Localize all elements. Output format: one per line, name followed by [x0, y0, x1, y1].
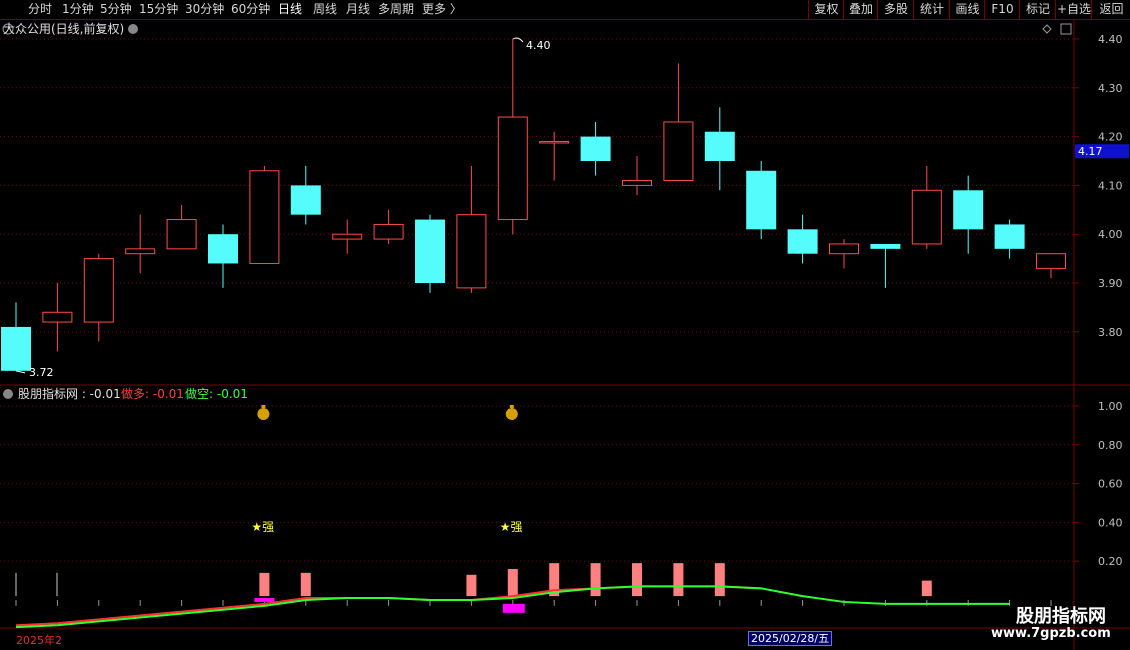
price-axis-label: 3.80 [1098, 326, 1123, 339]
candle-body [249, 170, 280, 264]
candle-body [497, 116, 528, 221]
strong-signal-label: ★强 [500, 520, 523, 534]
indicator-bar [921, 580, 932, 597]
date-cursor-label: 2025/02/28/五 [748, 631, 833, 646]
toolbar-item-4[interactable]: 30分钟 [185, 2, 224, 16]
candle-body [704, 131, 735, 161]
toolbar-item-8[interactable]: 月线 [346, 2, 370, 16]
candle-body [373, 223, 404, 240]
toolbar-right-item-8[interactable]: 返回 [1091, 0, 1130, 19]
title-dropdown-icon [128, 24, 138, 34]
diamond-icon [1042, 24, 1052, 34]
indicator-bar [300, 572, 311, 597]
candle-body [125, 248, 156, 255]
indicator-title: 股朋指标网 : -0.01 [18, 386, 121, 401]
high-marker [512, 37, 524, 43]
candle-body [1, 326, 31, 371]
candle-body [746, 170, 777, 230]
price-axis-label: 4.20 [1098, 131, 1123, 144]
candle-body [787, 229, 818, 254]
money-bag-top [509, 405, 514, 408]
year-label: 2025年2 [16, 634, 62, 647]
toolbar-right-item-5[interactable]: F10 [984, 0, 1020, 19]
indicator-bar [632, 563, 642, 597]
toolbar-item-3[interactable]: 15分钟 [139, 2, 178, 16]
watermark-url: www.7gpzb.com [991, 626, 1111, 641]
main-chart-title: 大众公用(日线,前复权) [3, 21, 124, 36]
candle-body [332, 233, 363, 240]
low-marker [15, 370, 26, 374]
current-price-label: 4.17 [1078, 145, 1103, 158]
price-axis-label: 4.40 [1098, 33, 1123, 46]
price-axis-label: 4.00 [1098, 228, 1123, 241]
candle-body [580, 136, 611, 161]
low-price-label: 3.72 [29, 366, 54, 379]
toolbar-item-1[interactable]: 1分钟 [62, 2, 94, 16]
candle-body [1036, 253, 1066, 269]
panel-icon [1060, 23, 1072, 35]
indicator-bar [673, 563, 684, 597]
candle-body [83, 258, 114, 323]
watermark-title: 股朋指标网 [1016, 606, 1106, 627]
indicator-axis-label: 0.60 [1098, 478, 1123, 491]
candle-body [870, 243, 901, 249]
price-axis-label: 4.10 [1098, 179, 1123, 192]
candle-body [42, 311, 73, 323]
price-axis-label: 4.30 [1098, 82, 1123, 95]
candle-body [911, 189, 942, 245]
indicator-long-label: 做多: -0.01 [121, 386, 184, 401]
toolbar-item-2[interactable]: 5分钟 [100, 2, 132, 16]
high-price-label: 4.40 [526, 39, 551, 52]
indicator-axis-label: 0.40 [1098, 516, 1123, 529]
strong-signal-label: ★强 [251, 520, 274, 534]
candle-body [829, 243, 859, 255]
money-bag-icon [257, 408, 270, 420]
candle-body [166, 219, 197, 250]
money-bag-icon [505, 408, 518, 420]
indicator-collapse-icon [3, 389, 13, 399]
candle-body [622, 180, 652, 186]
toolbar-item-9[interactable]: 多周期 [378, 2, 414, 16]
toolbar-right-item-0[interactable]: 复权 [808, 0, 844, 19]
toolbar: 分时 1分钟 5分钟 15分钟 30分钟 60分钟 日线 周线 月线 多周期 更多 〉 复权 叠加 多股统… [0, 0, 1130, 20]
toolbar-right-item-6[interactable]: 标记 [1019, 0, 1056, 19]
indicator-bar [714, 563, 725, 597]
toolbar-item-5[interactable]: 60分钟 [231, 2, 270, 16]
indicator-axis-label: 1.00 [1098, 400, 1123, 413]
candle-body [415, 219, 445, 283]
indicator-bar [259, 572, 270, 597]
money-bag-top [261, 405, 266, 408]
toolbar-item-7[interactable]: 周线 [313, 2, 337, 16]
toolbar-item-0[interactable]: 分时 [28, 2, 52, 16]
magenta-mark [254, 598, 275, 602]
candle-body [994, 224, 1025, 249]
indicator-axis-label: 0.80 [1098, 439, 1123, 452]
magenta-mark [502, 603, 525, 613]
toolbar-item-10[interactable]: 更多 〉 [422, 2, 462, 16]
candle-body [953, 190, 984, 230]
toolbar-right-item-7[interactable]: +自选 [1055, 0, 1092, 19]
indicator-bar [590, 563, 601, 597]
toolbar-item-6[interactable]: 日线 [278, 2, 302, 16]
candle-body [539, 140, 570, 144]
toolbar-right-item-1[interactable]: 叠加 [843, 0, 878, 19]
candle-body [290, 185, 321, 215]
toolbar-right-item-4[interactable]: 画线 [949, 0, 985, 19]
price-axis-label: 3.90 [1098, 277, 1123, 290]
indicator-axis-label: 0.20 [1098, 555, 1123, 568]
candle-body [663, 121, 694, 182]
indicator-short-label: 做空: -0.01 [185, 386, 248, 401]
chart-area: 4.40 4.30 4.20 4.10 4.00 3.90 3.80 4.40 3.72 4.17… [0, 20, 1130, 650]
toolbar-right-item-3[interactable]: 统计 [913, 0, 950, 19]
indicator-bar [466, 574, 477, 597]
toolbar-right-item-2[interactable]: 多股 [877, 0, 914, 19]
candle-body [208, 234, 238, 264]
indicator-bar [507, 568, 518, 597]
candle-body [456, 214, 487, 289]
